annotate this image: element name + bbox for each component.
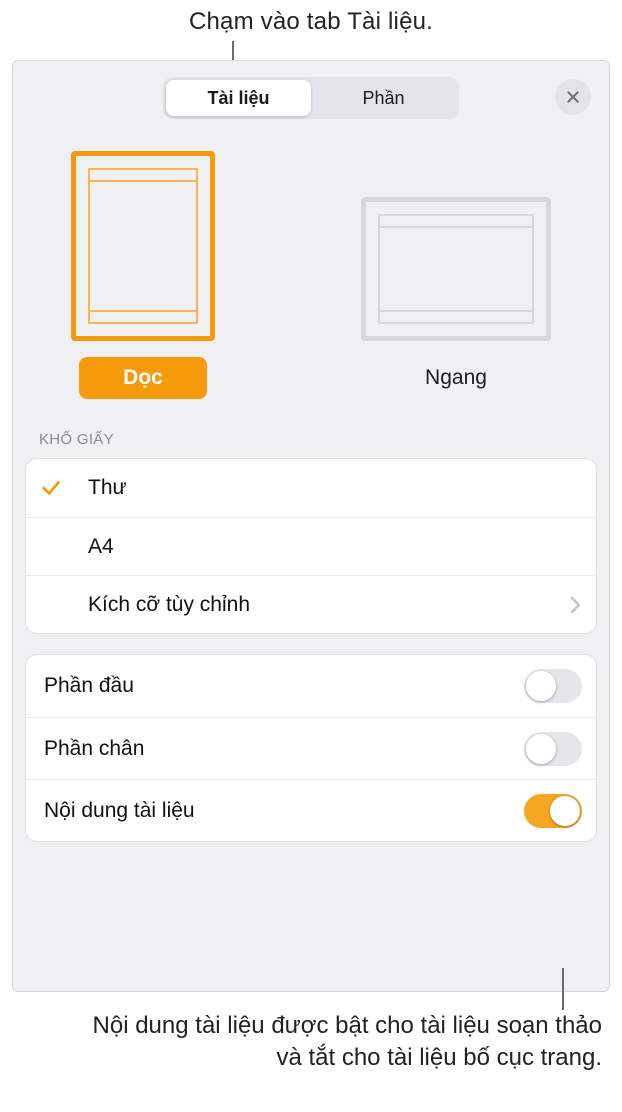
portrait-label: Dọc bbox=[79, 357, 207, 399]
toggle-label: Nội dung tài liệu bbox=[44, 799, 195, 823]
row-label: Thư bbox=[88, 476, 582, 500]
orientation-portrait[interactable]: Dọc bbox=[71, 151, 215, 399]
row-label: A4 bbox=[88, 535, 582, 559]
orientation-row: Dọc Ngang bbox=[13, 129, 609, 403]
paper-size-header: KHỔ GIẤY bbox=[13, 403, 609, 454]
orientation-landscape[interactable]: Ngang bbox=[361, 197, 551, 399]
toggle-row-body: Nội dung tài liệu bbox=[26, 779, 596, 841]
paper-size-a4[interactable]: A4 bbox=[26, 517, 596, 575]
toggle-list: Phần đầu Phần chân Nội dung tài liệu bbox=[25, 654, 597, 842]
landscape-page-icon bbox=[361, 197, 551, 341]
close-icon bbox=[565, 89, 581, 105]
document-options-panel: Tài liệu Phần Dọc bbox=[12, 60, 610, 992]
toggle-label: Phần chân bbox=[44, 737, 144, 761]
toggle-row-footer: Phần chân bbox=[26, 717, 596, 779]
annotation-bottom-leader bbox=[562, 968, 564, 1010]
close-button[interactable] bbox=[555, 79, 591, 115]
tab-section[interactable]: Phần bbox=[311, 80, 456, 116]
toggle-headers[interactable] bbox=[524, 669, 582, 703]
portrait-page-icon bbox=[71, 151, 215, 341]
landscape-label: Ngang bbox=[392, 357, 520, 399]
toggle-row-header: Phần đầu bbox=[26, 655, 596, 717]
tab-document[interactable]: Tài liệu bbox=[166, 80, 311, 116]
paper-size-list: Thư A4 Kích cỡ tùy chỉnh bbox=[25, 458, 597, 634]
toggle-document-body[interactable] bbox=[524, 794, 582, 828]
annotation-top-leader bbox=[232, 41, 234, 61]
panel-header: Tài liệu Phần bbox=[13, 61, 609, 129]
chevron-right-icon bbox=[570, 596, 582, 614]
paper-size-letter[interactable]: Thư bbox=[26, 459, 596, 517]
checkmark-icon bbox=[40, 477, 88, 499]
segmented-control: Tài liệu Phần bbox=[163, 77, 459, 119]
toggle-label: Phần đầu bbox=[44, 674, 134, 698]
annotation-top: Chạm vào tab Tài liệu. bbox=[0, 8, 622, 36]
annotation-bottom: Nội dung tài liệu được bật cho tài liệu … bbox=[80, 1010, 602, 1075]
paper-size-custom[interactable]: Kích cỡ tùy chỉnh bbox=[26, 575, 596, 633]
toggle-footers[interactable] bbox=[524, 732, 582, 766]
row-label: Kích cỡ tùy chỉnh bbox=[88, 593, 570, 617]
